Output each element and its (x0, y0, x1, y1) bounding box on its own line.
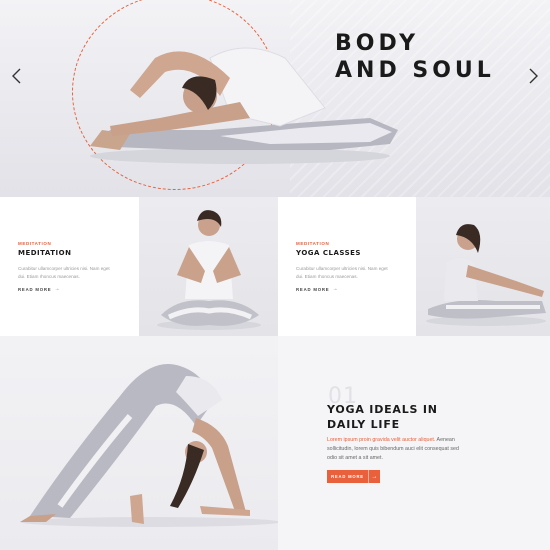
feature-card-yoga-classes: MEDITATION YOGA CLASSES Curabitur ullamc… (278, 197, 416, 336)
card-kicker: MEDITATION (18, 241, 52, 246)
photo-meditation (139, 197, 278, 336)
photo-backbend (0, 336, 278, 550)
ideals-title-line-2: DAILY LIFE (327, 418, 400, 431)
hero-title-line-2: AND SOUL (335, 58, 495, 83)
card-text: Curabitur ullamcorper ultricies nisi. Na… (18, 266, 110, 279)
read-more-button[interactable]: READ MORE → (327, 470, 380, 483)
arrow-right-icon: → (54, 286, 61, 292)
arrow-right-icon: → (332, 286, 339, 292)
slider-next-button[interactable] (524, 67, 542, 85)
ideals-title-line-1: YOGA IDEALS IN (327, 403, 438, 416)
ideals-description: Lorem ipsum proin gravida velit auctor a… (327, 436, 462, 463)
hero-title: BODY AND SOUL (335, 30, 515, 84)
read-more-link[interactable]: READ MORE → (18, 286, 60, 292)
slider-prev-button[interactable] (7, 67, 25, 85)
ideals-description-accent: Lorem ipsum proin gravida velit auctor a… (327, 437, 436, 443)
card-text: Curabitur ullamcorper ultricies nisi. Na… (296, 266, 388, 279)
ideals-panel: 01 YOGA IDEALS IN DAILY LIFE Lorem ipsum… (278, 336, 550, 550)
card-title: MEDITATION (18, 249, 72, 257)
hero-slider: BODY AND SOUL (0, 0, 550, 197)
read-more-link[interactable]: READ MORE → (296, 286, 338, 292)
feature-card-meditation: MEDITATION MEDITATION Curabitur ullamcor… (0, 197, 138, 336)
chevron-left-icon (11, 68, 20, 84)
hero-title-line-1: BODY (335, 31, 420, 56)
read-more-button-label: READ MORE (331, 474, 364, 479)
card-kicker: MEDITATION (296, 241, 330, 246)
chevron-right-icon (529, 68, 538, 84)
ideals-title: YOGA IDEALS IN DAILY LIFE (327, 402, 467, 432)
arrow-right-icon: → (368, 470, 380, 483)
card-title: YOGA CLASSES (296, 249, 361, 257)
read-more-label: READ MORE (18, 286, 52, 292)
seated-stretch-image (426, 224, 546, 326)
backbend-pose-image (20, 364, 278, 527)
read-more-label: READ MORE (296, 286, 330, 292)
meditation-pose-image (157, 210, 261, 330)
photo-yoga-classes (416, 197, 550, 336)
